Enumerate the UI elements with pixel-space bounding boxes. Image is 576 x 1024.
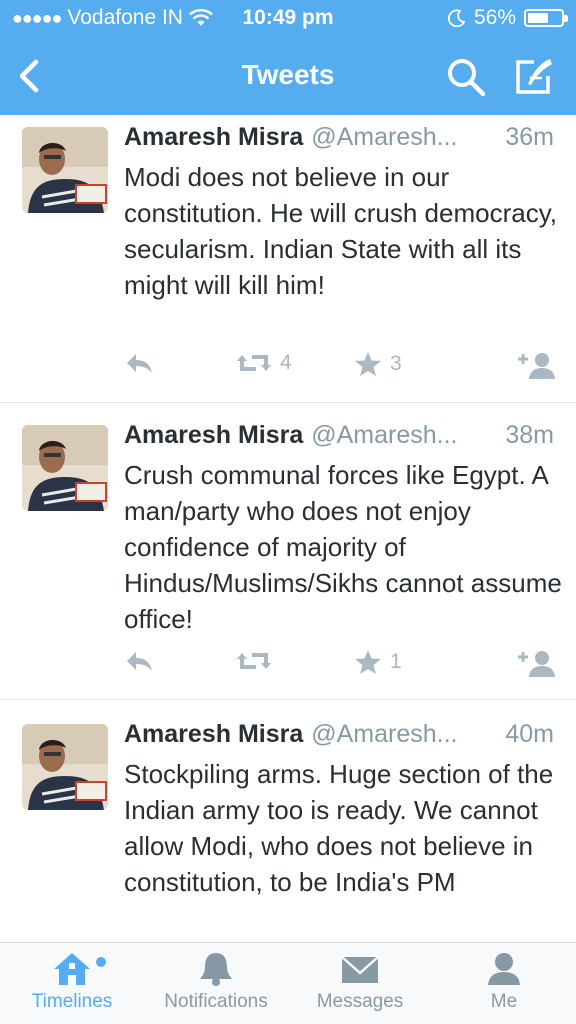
retweet-icon [237,653,271,669]
tweet[interactable]: Amaresh Misra @Amaresh... 40m Stockpilin… [0,700,576,942]
reply-button[interactable] [124,649,154,673]
tab-label: Me [490,991,518,1012]
tweet-time: 40m [505,720,554,748]
tweet-time: 36m [505,123,554,151]
tweet[interactable]: Amaresh Misra @Amaresh... 36m Modi does … [0,115,576,403]
star-icon [355,650,381,674]
tab-label: Messages [316,991,404,1012]
page-title: Tweets [241,59,335,90]
tweet-actions: 1 [124,649,564,679]
reply-icon [127,354,152,373]
retweet-icon [237,355,271,371]
avatar[interactable] [22,127,108,213]
tweet-text: Modi does not believe in our constitutio… [124,162,558,300]
author-name[interactable]: Amaresh Misra [124,123,303,152]
follow-user-icon [518,651,555,677]
avatar[interactable] [22,724,108,810]
profile-photo [22,724,108,810]
tweet-text: Crush communal forces like Egypt. A man/… [124,460,562,634]
favorite-count: 1 [390,650,402,673]
tab-label: Timelines [31,991,113,1012]
tweet-text: Stockpiling arms. Huge section of the In… [124,759,554,897]
follow-button[interactable] [516,351,556,379]
tab-messages[interactable]: Messages [288,951,432,1013]
tab-notifications[interactable]: Notifications [144,951,288,1013]
follow-user-icon [518,353,555,379]
author-handle[interactable]: @Amaresh... [311,720,497,749]
author-name[interactable]: Amaresh Misra [124,421,303,450]
avatar[interactable] [22,425,108,511]
author-name[interactable]: Amaresh Misra [124,720,303,749]
tab-label: Notifications [164,991,268,1012]
tweet[interactable]: Amaresh Misra @Amaresh... 38m Crush comm… [0,403,576,700]
profile-photo [22,425,108,511]
author-handle[interactable]: @Amaresh... [311,123,497,152]
favorite-button[interactable]: 3 [354,351,402,377]
reply-button[interactable] [124,351,154,375]
tweet-actions: 4 3 [124,351,564,381]
search-icon[interactable] [445,56,487,98]
battery-percent: 56% [473,6,516,29]
compose-tweet-icon[interactable] [512,56,554,98]
profile-photo [22,127,108,213]
tab-bar: Timelines Notifications Messages Me [0,942,576,1024]
retweet-count: 4 [280,351,292,374]
favorite-count: 3 [390,352,402,375]
nav-bar: Tweets [0,44,576,110]
home-icon [54,953,90,985]
reply-icon [127,652,152,671]
tab-me[interactable]: Me [432,951,576,1013]
star-icon [355,352,381,376]
battery-icon [524,9,568,27]
retweet-button[interactable] [236,649,280,673]
moon-icon [447,9,466,27]
person-icon [488,953,520,985]
bell-icon [200,953,232,986]
unread-dot [96,957,106,967]
envelope-icon [341,956,379,983]
author-handle[interactable]: @Amaresh... [311,421,497,450]
follow-button[interactable] [516,649,556,677]
retweet-button[interactable]: 4 [236,351,292,375]
status-bar: ●●●●● Vodafone IN 10:49 pm 56% [0,6,576,34]
tweet-time: 38m [505,421,554,449]
top-bar: ●●●●● Vodafone IN 10:49 pm 56% Tweets [0,0,576,115]
tab-timelines[interactable]: Timelines [0,951,144,1013]
favorite-button[interactable]: 1 [354,649,402,675]
